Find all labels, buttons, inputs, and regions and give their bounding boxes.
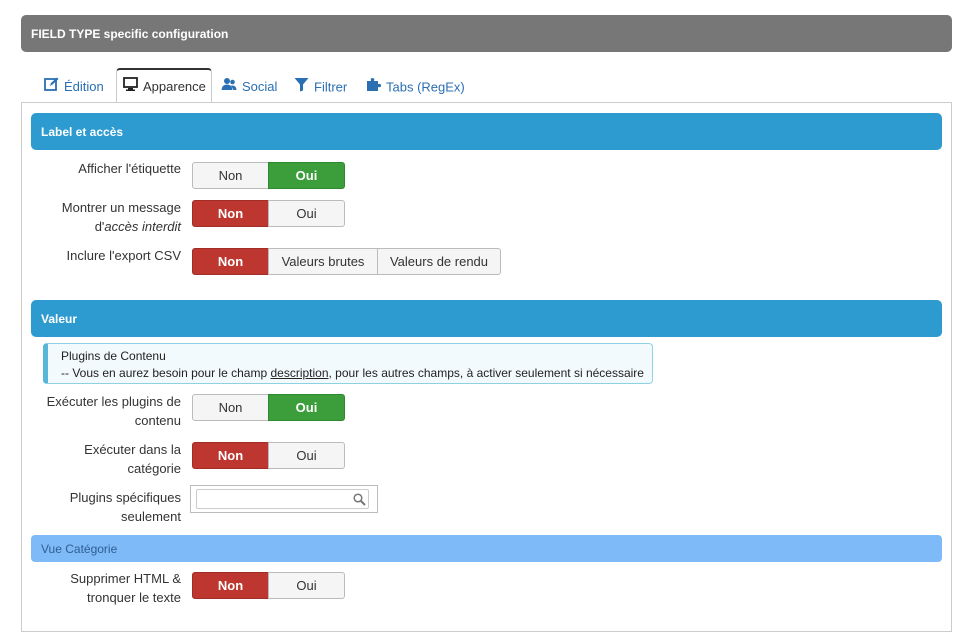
csv-export-no-button[interactable]: Non [192,248,269,275]
section-value: Valeur [31,300,942,337]
specific-plugins-field [190,485,378,513]
specific-plugins-label: Plugins spécifiques seulement [69,490,181,524]
show-label-label: Afficher l'étiquette [78,161,181,176]
tab-regex[interactable]: Tabs (RegEx) [366,68,465,103]
csv-export-rendered-button[interactable]: Valeurs de rendu [377,248,501,275]
monitor-icon [123,77,138,94]
strip-html-toggle: Non Oui [192,572,345,599]
tab-filtrer[interactable]: Filtrer [294,68,347,103]
run-in-category-label: Exécuter dans la catégorie [84,442,181,476]
strip-html-yes-button[interactable]: Oui [268,572,345,599]
denied-message-toggle: Non Oui [192,200,345,227]
strip-html-label: Supprimer HTML & tronquer le texte [70,571,181,605]
denied-message-label: Montrer un message d'accès interdit [61,200,181,234]
run-plugins-label: Exécuter les plugins de contenu [46,394,181,428]
run-plugins-no-button[interactable]: Non [192,394,269,421]
run-in-category-yes-button[interactable]: Oui [268,442,345,469]
section-value-title: Valeur [41,312,78,326]
show-label-yes-button[interactable]: Oui [268,162,345,189]
csv-export-raw-button[interactable]: Valeurs brutes [268,248,378,275]
run-plugins-toggle: Non Oui [192,394,345,421]
denied-message-no-button[interactable]: Non [192,200,269,227]
info-description-term: description [270,366,329,380]
run-in-category-toggle: Non Oui [192,442,345,469]
info-text: -- Vous en aurez besoin pour le champ de… [61,366,644,380]
tab-social[interactable]: Social [221,68,277,103]
strip-html-no-button[interactable]: Non [192,572,269,599]
tab-edition[interactable]: Édition [44,68,104,103]
config-header: FIELD TYPE specific configuration [21,15,952,52]
filter-icon [294,77,309,95]
edit-icon [44,77,59,94]
puzzle-icon [366,77,381,95]
info-title: Plugins de Contenu [61,349,166,363]
run-in-category-no-button[interactable]: Non [192,442,269,469]
section-category-view: Vue Catégorie [31,535,942,562]
search-icon[interactable] [353,493,366,509]
tab-regex-label: Tabs (RegEx) [386,79,465,95]
tab-social-label: Social [242,79,278,94]
tab-apparence[interactable]: Apparence [116,68,212,103]
tab-filtrer-label: Filtrer [314,79,348,95]
section-category-view-title: Vue Catégorie [41,542,118,556]
tab-apparence-label: Apparence [143,79,206,94]
tab-edition-label: Édition [64,79,104,94]
run-plugins-yes-button[interactable]: Oui [268,394,345,421]
content-plugins-info: Plugins de Contenu -- Vous en aurez beso… [43,343,653,384]
section-label-access: Label et accès [31,113,942,150]
users-icon [221,77,237,94]
specific-plugins-input[interactable] [196,489,369,509]
show-label-toggle: Non Oui [192,162,345,189]
show-label-no-button[interactable]: Non [192,162,269,189]
csv-export-label: Inclure l'export CSV [66,248,181,263]
config-header-title: FIELD TYPE specific configuration [31,27,229,41]
csv-export-toggle: Non Valeurs brutes Valeurs de rendu [192,248,501,275]
denied-message-yes-button[interactable]: Oui [268,200,345,227]
section-label-access-title: Label et accès [41,125,124,139]
